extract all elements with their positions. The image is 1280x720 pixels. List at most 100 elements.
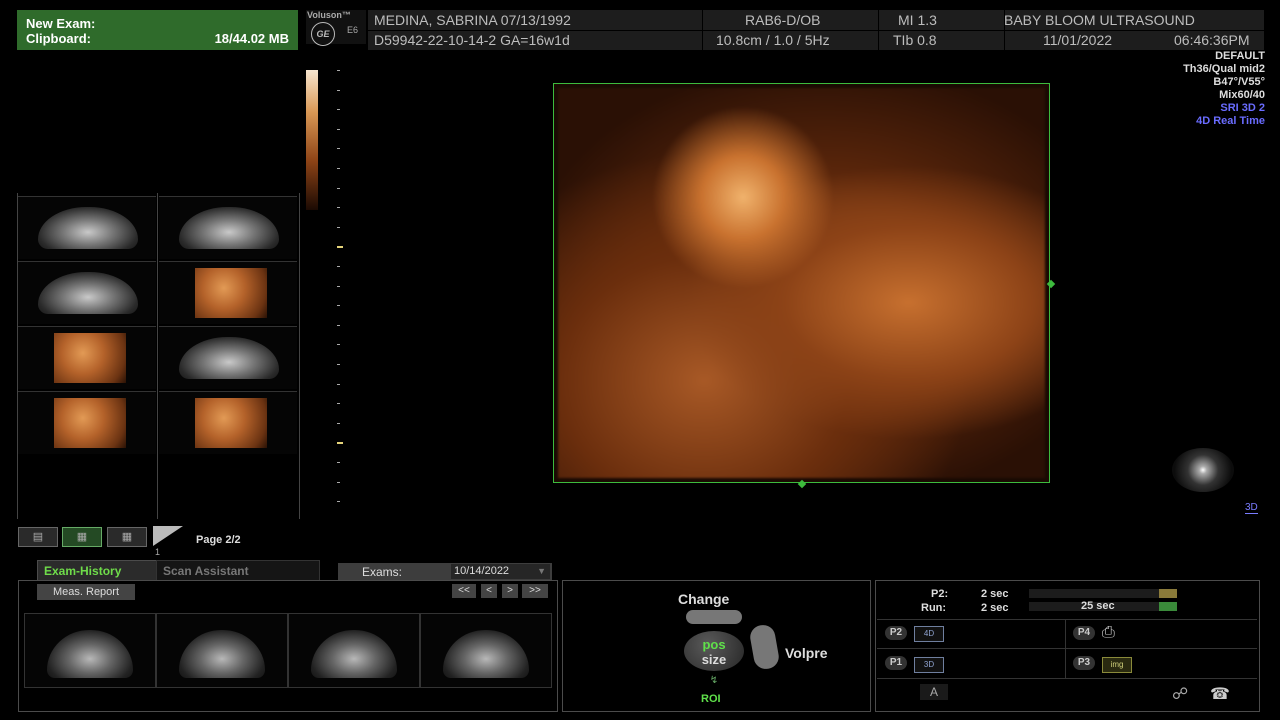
p2-button[interactable]: P2	[885, 626, 907, 640]
change-control[interactable]	[686, 610, 742, 624]
exams-date-select[interactable]: 10/14/2022	[451, 564, 550, 579]
institution-name: BABY BLOOM ULTRASOUND	[1004, 12, 1195, 28]
param-mix: Mix60/40	[1219, 89, 1265, 101]
exam-date: 11/01/2022	[1043, 32, 1113, 48]
roi-icon: ↯	[709, 675, 719, 686]
clipboard-thumbnail-2d-4[interactable]	[159, 326, 297, 389]
clipboard-thumbnail-3d-4[interactable]	[159, 391, 297, 454]
p3-button[interactable]: P3	[1073, 656, 1095, 670]
p2-time-label: P2:	[931, 588, 949, 600]
page-tick: 1	[155, 547, 161, 557]
pos-size-toggle[interactable]: pos size	[684, 631, 744, 671]
depth-tick	[337, 462, 340, 463]
exams-selector[interactable]: Exams: 10/14/2022 ▼	[338, 563, 552, 580]
depth-tick	[337, 324, 340, 326]
meas-report-button[interactable]: Meas. Report	[37, 584, 135, 600]
clipboard-thumbnail-2d-2[interactable]	[159, 196, 297, 259]
run-value: 2 sec	[981, 602, 1009, 614]
depth-tick	[337, 285, 340, 287]
panel-divider	[877, 678, 1257, 679]
layout-2x4-button[interactable]: ▦	[62, 527, 102, 547]
clipboard-thumbnail-3d-3[interactable]	[18, 391, 156, 454]
param-threshold-quality: Th36/Qual mid2	[1183, 63, 1265, 75]
tib-value: TIb 0.8	[893, 32, 937, 48]
depth-tick	[337, 70, 340, 71]
depth-tick	[337, 226, 340, 228]
layout-1x2-button[interactable]: ▤	[18, 527, 58, 547]
patient-name-dob: MEDINA, SABRINA 07/13/1992	[374, 12, 571, 28]
tab-scan-assistant[interactable]: Scan Assistant	[156, 560, 320, 581]
clipboard-thumbnail-3d-1[interactable]	[159, 261, 297, 324]
history-thumbnail-2[interactable]	[156, 613, 288, 688]
fetal-3d-render	[558, 88, 1045, 478]
change-label: Change	[678, 591, 730, 607]
last-page-button[interactable]: >>	[522, 584, 548, 598]
clipboard-thumbnail-2d-3[interactable]	[18, 261, 156, 324]
network-icon[interactable]: ☍	[1172, 684, 1188, 704]
p2-time-fill	[1159, 589, 1177, 598]
light-direction-indicator[interactable]	[1172, 448, 1234, 492]
mode-3d-label: 3D	[1245, 502, 1258, 514]
panel-divider	[877, 648, 1257, 649]
clipboard-label: Clipboard:	[26, 31, 91, 46]
print-icon[interactable]: ⎙	[1102, 624, 1115, 642]
run-label: Run:	[921, 602, 947, 614]
depth-tick	[337, 128, 340, 130]
next-page-button[interactable]: >	[502, 584, 518, 598]
page-label: Page 2/2	[196, 534, 241, 546]
clipboard-panel: New Exam: Clipboard: 18/44.02 MB	[17, 10, 298, 50]
panel-divider	[877, 619, 1257, 620]
depth-tick	[337, 442, 343, 445]
depth-tick	[337, 89, 340, 91]
page-corner-icon[interactable]	[153, 526, 183, 546]
depth-tick	[337, 266, 340, 267]
history-thumbnail-1[interactable]	[24, 613, 156, 688]
image-parameters: DEFAULT Th36/Qual mid2 B47°/V55° Mix60/4…	[1183, 50, 1265, 128]
color-map-bar	[306, 70, 318, 210]
thumb-grid-divider	[157, 193, 158, 519]
layout-3x4-button[interactable]: ▦	[107, 527, 147, 547]
prev-page-button[interactable]: <	[481, 584, 497, 598]
history-thumbnail-4[interactable]	[420, 613, 552, 688]
depth-tick	[337, 148, 340, 150]
depth-tick	[337, 168, 340, 169]
depth-tick	[337, 383, 340, 385]
patient-header: MEDINA, SABRINA 07/13/1992 D59942-22-10-…	[368, 10, 1264, 50]
a-label[interactable]: A	[920, 684, 948, 700]
p1-button[interactable]: P1	[885, 656, 907, 670]
ge-logo-icon: GE	[311, 22, 335, 46]
p2-time-value: 2 sec	[981, 588, 1009, 600]
exam-time: 06:46:36PM	[1174, 32, 1250, 48]
tab-exam-history[interactable]: Exam-History	[37, 560, 157, 581]
depth-tick	[337, 403, 340, 405]
history-thumbnail-3[interactable]	[288, 613, 420, 688]
run-total: 25 sec	[1081, 600, 1115, 612]
depth-tick	[337, 344, 340, 346]
panel-divider	[1065, 619, 1066, 678]
mode-4d-realtime: 4D Real Time	[1196, 115, 1265, 127]
clipboard-thumbnail-3d-2[interactable]	[18, 326, 156, 389]
depth-tick	[337, 246, 343, 249]
depth-tick	[337, 364, 340, 365]
p3-image-icon[interactable]: img	[1102, 657, 1132, 673]
p4-button[interactable]: P4	[1073, 626, 1095, 640]
first-page-button[interactable]: <<	[452, 584, 476, 598]
chevron-down-icon[interactable]: ▼	[537, 566, 546, 576]
depth-tick	[337, 501, 340, 503]
depth-tick	[337, 481, 340, 483]
volume-render-roi[interactable]	[553, 83, 1050, 483]
depth-tick	[337, 305, 340, 307]
mi-value: MI 1.3	[898, 12, 937, 28]
clipboard-thumbnail-2d-1[interactable]	[18, 196, 156, 259]
service-phone-icon[interactable]: ☎	[1210, 684, 1230, 704]
run-fill	[1159, 602, 1177, 611]
p1-3d-icon[interactable]: 3D	[914, 657, 944, 673]
p2-4d-icon[interactable]: 4D	[914, 626, 944, 642]
param-preset: DEFAULT	[1215, 50, 1265, 62]
exams-label: Exams:	[362, 565, 403, 579]
pos-label: pos	[702, 637, 726, 652]
run-bar: 25 sec	[1029, 600, 1177, 612]
clipboard-size: 18/44.02 MB	[214, 31, 289, 46]
product-name: Voluson™	[307, 10, 351, 20]
p2-time-bar	[1029, 589, 1177, 598]
